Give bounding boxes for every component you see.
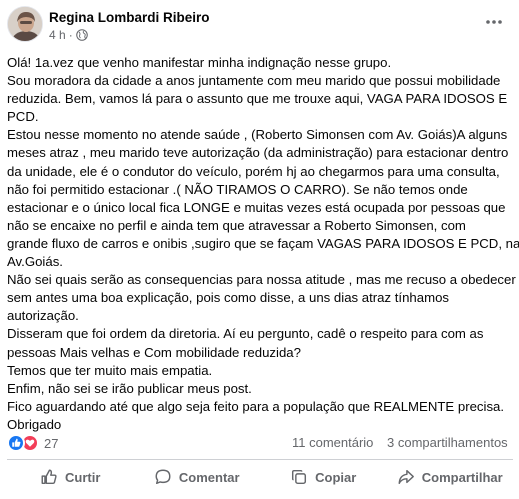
feed-post: Regina Lombardi Ribeiro 4 h · Olá! 1a.ve… [0, 0, 519, 499]
share-button[interactable]: Compartilhar [387, 462, 514, 492]
comment-button[interactable]: Comentar [134, 462, 261, 492]
post-stats: 27 11 comentário 3 compartilhamentos [7, 434, 513, 452]
shares-count[interactable]: 3 compartilhamentos [387, 435, 508, 450]
post-text-line: Estou nesse momento no atende saúde , (R… [7, 127, 508, 143]
thumbs-up-icon [40, 468, 58, 486]
comment-label: Comentar [178, 469, 240, 485]
post-text-line: autorização. [7, 308, 79, 324]
post-text-line: pessoas Mais velhas e Com mobilidade red… [7, 344, 301, 360]
post-text-line: Obrigado [7, 416, 62, 432]
comment-bubble-icon [154, 468, 172, 486]
more-horizontal-icon[interactable] [482, 10, 506, 34]
copy-button[interactable]: Copiar [260, 462, 387, 492]
post-text-line: Não sei quais serão as consequencias par… [7, 272, 516, 288]
author-avatar[interactable] [7, 6, 43, 42]
reactions-summary[interactable]: 27 [7, 434, 58, 452]
like-button[interactable]: Curtir [7, 462, 134, 492]
post-text-line: Olá! 1a.vez que venho manifestar minha i… [7, 55, 392, 70]
post-text-line: Sou moradora da cidade a anos juntamente… [7, 73, 501, 89]
post-text-line: não foi permitido estacionar .( NÃO TIRA… [7, 181, 468, 197]
post-text-line: da unidade, ele é o condutor do veículo,… [7, 163, 500, 179]
globe-icon [75, 29, 88, 41]
divider [7, 459, 513, 460]
post-text-line: meses atraz , meu marido teve autorizaçã… [7, 145, 509, 161]
post-text-line: sem antes uma boa explicação, pois como … [7, 290, 450, 306]
meta-separator: · [68, 28, 73, 42]
post-text-line: Enfim, não sei se irão publicar meus pos… [7, 380, 252, 396]
post-text-line: Fico aguardando até que algo seja feito … [7, 398, 505, 414]
post-text-line: não se encaixe no perfil e ainda tem que… [7, 217, 466, 233]
post-text-line: Temos que ter muito mais empatia. [7, 362, 213, 378]
like-reaction-icon [7, 434, 25, 452]
post-time[interactable]: 4 h [49, 28, 66, 42]
author-name[interactable]: Regina Lombardi Ribeiro [49, 10, 210, 25]
share-arrow-icon [397, 468, 415, 486]
post-text: Olá! 1a.vez que venho manifestar minha i… [7, 54, 519, 434]
post-meta: 4 h · [49, 28, 88, 42]
post-text-line: estacionar e o único local fica LONGE e … [7, 199, 506, 215]
comments-count[interactable]: 11 comentário [292, 435, 373, 450]
post-text-line: Disseram que foi ordem da diretoria. Aí … [7, 326, 484, 342]
copy-icon [290, 468, 308, 486]
reactions-count: 27 [44, 435, 59, 451]
like-label: Curtir [65, 469, 101, 485]
post-text-line: grande fluxo de carros e onibis ,sugiro … [7, 235, 519, 251]
post-text-line: PCD. [7, 109, 39, 125]
post-actions: Curtir Comentar Copiar Compartilhar [7, 462, 513, 492]
post-text-line: Av.Goiás. [7, 254, 63, 270]
post-text-line: reduzida. Bem, vamos lá para o assunto q… [7, 91, 508, 107]
post-header: Regina Lombardi Ribeiro 4 h · [7, 6, 512, 42]
copy-label: Copiar [315, 469, 357, 485]
share-label: Compartilhar [421, 469, 503, 485]
